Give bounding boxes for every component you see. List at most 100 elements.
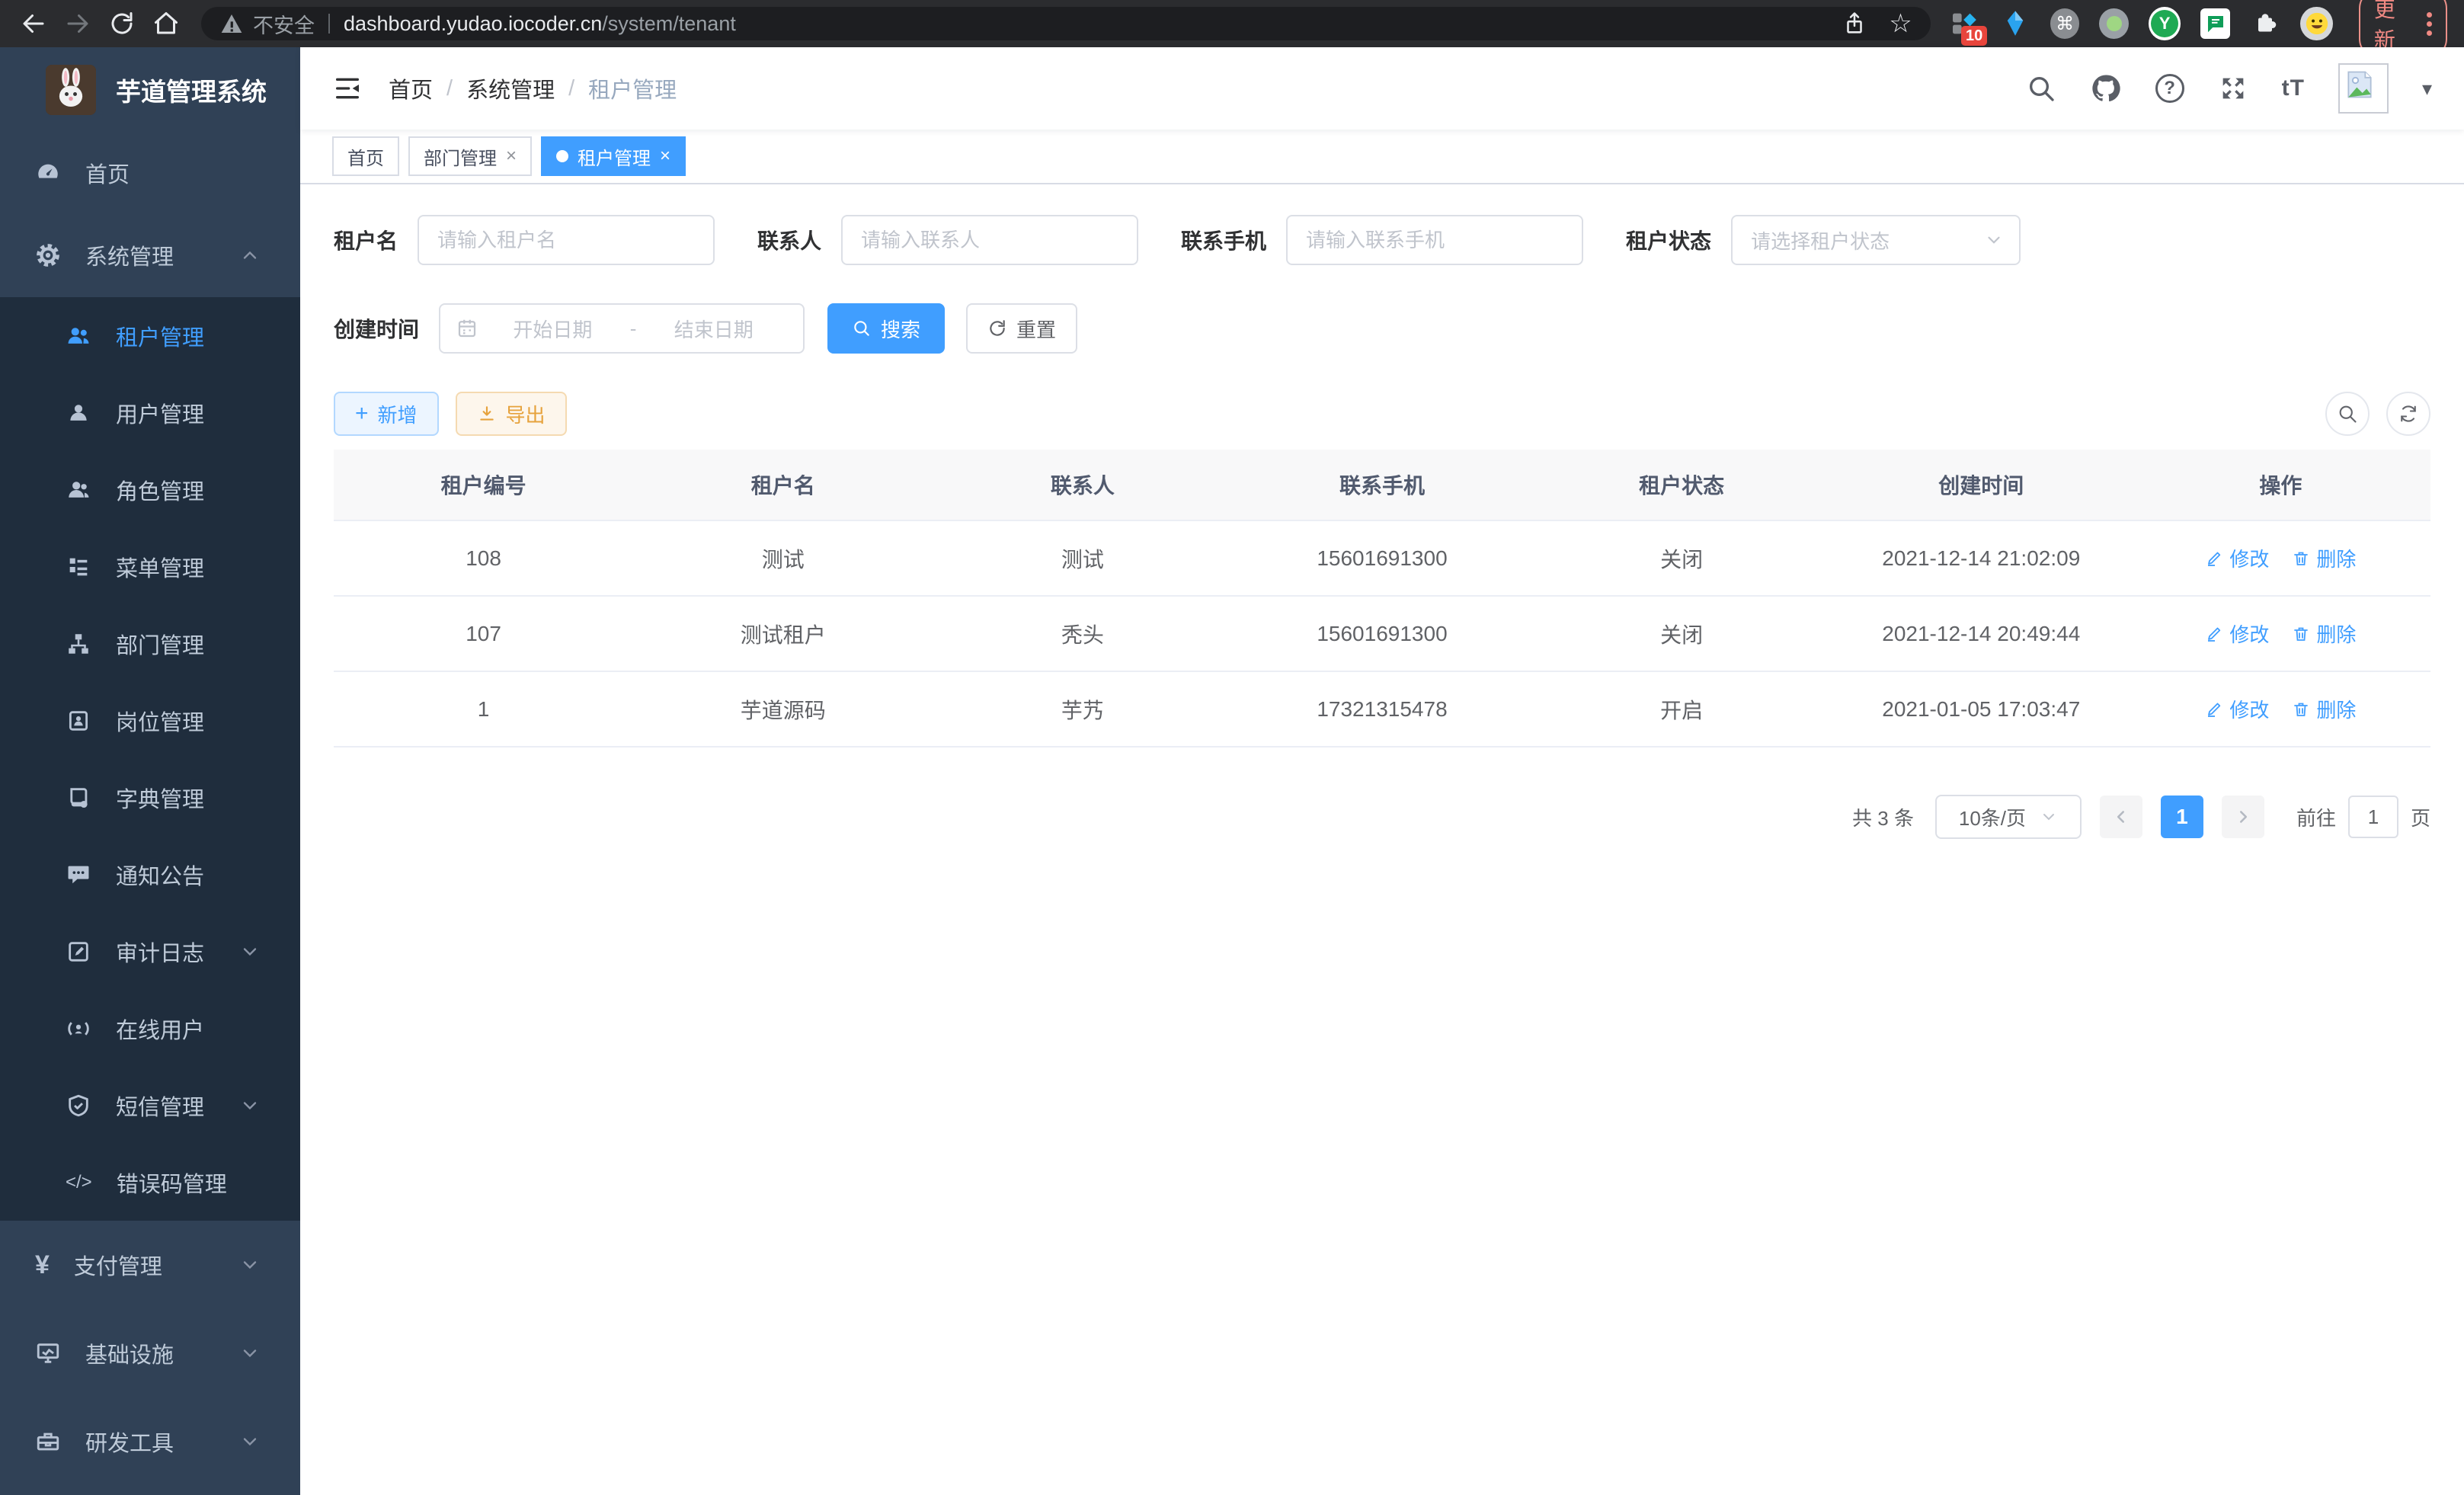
close-icon[interactable]: × xyxy=(506,146,517,167)
trash-icon xyxy=(2292,625,2310,643)
avatar-broken-image[interactable] xyxy=(2338,63,2389,114)
sidebar-item-system[interactable]: 系统管理 xyxy=(0,213,300,297)
search-button[interactable]: 搜索 xyxy=(827,303,945,354)
sidebar-item-dev-tools[interactable]: 研发工具 xyxy=(0,1397,300,1486)
sidebar-item-tenant[interactable]: 租户管理 xyxy=(0,297,300,374)
extension-y-icon[interactable]: Y xyxy=(2149,7,2181,40)
browser-forward-icon[interactable] xyxy=(61,7,94,40)
extension-recorder-icon[interactable] xyxy=(2099,8,2129,39)
sidebar-item-online-users[interactable]: 在线用户 xyxy=(0,990,300,1067)
chevron-down-icon xyxy=(1984,230,2004,250)
sidebar-item-menus[interactable]: 菜单管理 xyxy=(0,528,300,605)
extension-cmd-icon[interactable]: ⌘ xyxy=(2050,8,2080,39)
sidebar-item-departments[interactable]: 部门管理 xyxy=(0,605,300,682)
extension-chat-icon[interactable] xyxy=(2200,8,2230,39)
table-row: 1 芋道源码 芋艿 17321315478 开启 2021-01-05 17:0… xyxy=(334,672,2430,748)
roles-icon xyxy=(66,477,91,503)
goto-page-input[interactable] xyxy=(2348,796,2398,838)
browser-toolbar: 不安全 dashboard.yudao.iocoder.cn/system/te… xyxy=(0,0,2464,47)
add-button[interactable]: + 新增 xyxy=(334,392,439,436)
tab-departments[interactable]: 部门管理 × xyxy=(408,136,532,176)
trash-icon xyxy=(2292,700,2310,719)
help-icon[interactable]: ? xyxy=(2155,74,2184,103)
sidebar-item-label: 审计日志 xyxy=(116,936,204,968)
fullscreen-icon[interactable] xyxy=(2218,73,2248,104)
delete-link[interactable]: 删除 xyxy=(2292,695,2356,723)
monitor-icon xyxy=(35,1340,61,1366)
sidebar-fold-icon[interactable] xyxy=(332,73,363,104)
page-size-select[interactable]: 10条/页 xyxy=(1935,795,2082,839)
edit-link[interactable]: 修改 xyxy=(2205,619,2269,648)
header-search-icon[interactable] xyxy=(2026,73,2056,104)
breadcrumb-home[interactable]: 首页 xyxy=(389,72,433,104)
sidebar-item-error-codes[interactable]: </> 错误码管理 xyxy=(0,1144,300,1221)
not-secure-label: 不安全 xyxy=(253,9,315,39)
sidebar-item-dict[interactable]: 字典管理 xyxy=(0,759,300,836)
share-icon[interactable] xyxy=(1842,11,1867,37)
menu-tree-icon xyxy=(66,554,91,580)
browser-reload-icon[interactable] xyxy=(105,7,139,40)
sidebar-item-roles[interactable]: 角色管理 xyxy=(0,451,300,528)
download-icon xyxy=(477,404,497,424)
status-select[interactable]: 请选择租户状态 xyxy=(1731,215,2021,265)
delete-link[interactable]: 删除 xyxy=(2292,544,2356,572)
pencil-icon xyxy=(2205,549,2223,568)
browser-menu-icon[interactable] xyxy=(2427,12,2432,36)
sidebar-item-sms[interactable]: 短信管理 xyxy=(0,1067,300,1144)
tenant-name-input[interactable] xyxy=(418,215,715,265)
extension-emoji-icon[interactable] xyxy=(2300,7,2332,40)
mobile-input[interactable] xyxy=(1286,215,1583,265)
breadcrumb-system[interactable]: 系统管理 xyxy=(466,72,555,104)
tab-tenants[interactable]: 租户管理 × xyxy=(541,136,686,176)
edit-link[interactable]: 修改 xyxy=(2205,544,2269,572)
extension-puzzle-icon[interactable] xyxy=(2250,8,2281,40)
cell-created: 2021-01-05 17:03:47 xyxy=(1832,672,2131,746)
sidebar-item-infrastructure[interactable]: 基础设施 xyxy=(0,1309,300,1397)
toggle-search-button[interactable] xyxy=(2325,392,2370,436)
sidebar-item-label: 支付管理 xyxy=(74,1249,162,1281)
sidebar-item-posts[interactable]: 岗位管理 xyxy=(0,682,300,759)
reset-button[interactable]: 重置 xyxy=(966,303,1077,354)
extension-tabs-icon[interactable]: 10 xyxy=(1949,8,1980,40)
table-row: 108 测试 测试 15601691300 关闭 2021-12-14 21:0… xyxy=(334,521,2430,597)
next-page-button[interactable] xyxy=(2222,796,2264,838)
export-button-label: 导出 xyxy=(506,400,546,428)
sidebar-item-label: 系统管理 xyxy=(85,239,174,271)
broadcast-user-icon xyxy=(66,1016,91,1042)
cell-created: 2021-12-14 21:02:09 xyxy=(1832,521,2131,595)
edit-link[interactable]: 修改 xyxy=(2205,695,2269,723)
date-range-separator: - xyxy=(627,317,640,341)
sidebar-item-home[interactable]: 首页 xyxy=(0,133,300,213)
refresh-table-button[interactable] xyxy=(2386,392,2430,436)
org-chart-icon xyxy=(66,631,91,657)
search-button-label: 搜索 xyxy=(881,315,920,343)
app-logo xyxy=(46,65,96,115)
date-range-picker[interactable]: 开始日期 - 结束日期 xyxy=(439,303,805,354)
export-button[interactable]: 导出 xyxy=(456,392,567,436)
contact-input[interactable] xyxy=(841,215,1138,265)
github-icon[interactable] xyxy=(2090,72,2122,104)
address-bar[interactable]: 不安全 dashboard.yudao.iocoder.cn/system/te… xyxy=(201,7,1931,40)
chevron-down-icon xyxy=(239,1254,261,1276)
delete-link[interactable]: 删除 xyxy=(2292,619,2356,648)
not-secure-warning-icon[interactable] xyxy=(219,11,244,36)
search-icon xyxy=(852,319,872,338)
browser-back-icon[interactable] xyxy=(17,7,50,40)
sidebar-item-notices[interactable]: 通知公告 xyxy=(0,836,300,913)
sidebar-item-users[interactable]: 用户管理 xyxy=(0,374,300,451)
avatar-dropdown-caret-icon[interactable]: ▾ xyxy=(2422,77,2432,101)
font-size-icon[interactable]: tT xyxy=(2282,75,2305,101)
browser-home-icon[interactable] xyxy=(149,7,183,40)
current-page-button[interactable]: 1 xyxy=(2161,796,2203,838)
tab-home[interactable]: 首页 xyxy=(332,136,399,176)
url-path: /system/tenant xyxy=(602,12,736,36)
bookmark-star-icon[interactable]: ☆ xyxy=(1889,11,1912,37)
sidebar-item-audit-log[interactable]: 审计日志 xyxy=(0,913,300,990)
sidebar-item-label: 租户管理 xyxy=(116,320,204,352)
sidebar-item-payments[interactable]: ¥ 支付管理 xyxy=(0,1221,300,1309)
prev-page-button[interactable] xyxy=(2100,796,2142,838)
tab-label: 部门管理 xyxy=(424,143,497,170)
close-icon[interactable]: × xyxy=(660,146,670,167)
extension-kite-icon[interactable] xyxy=(1999,8,2030,40)
delete-label: 删除 xyxy=(2316,544,2356,572)
